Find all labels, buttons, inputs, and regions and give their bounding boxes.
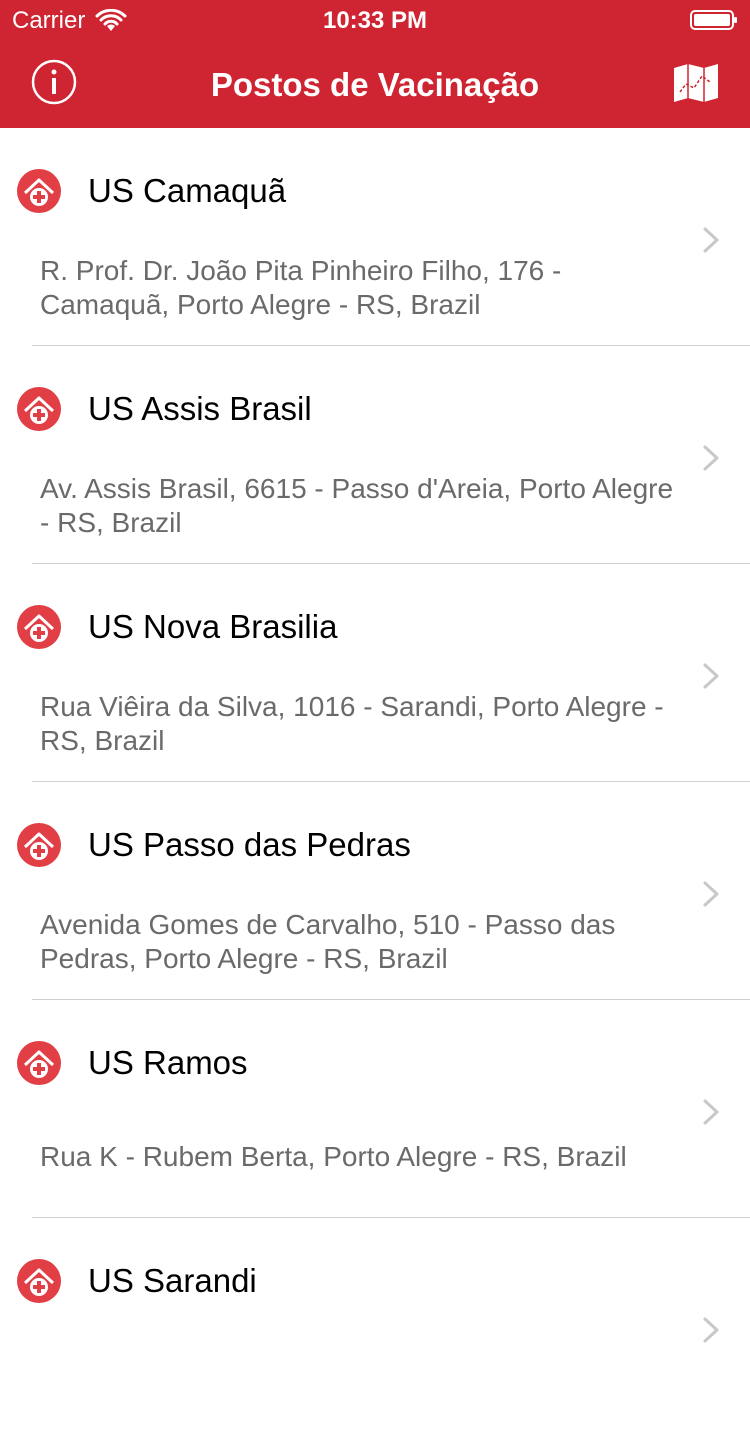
list-item[interactable]: US Passo das Pedras Avenida Gomes de Car… — [0, 782, 750, 1000]
health-unit-icon — [17, 605, 61, 649]
location-address: Rua Viêira da Silva, 1016 - Sarandi, Por… — [40, 691, 664, 756]
navigation-bar: Postos de Vacinação — [0, 40, 750, 128]
location-name: US Nova Brasilia — [88, 608, 338, 645]
map-icon[interactable] — [672, 62, 720, 104]
list-item[interactable]: US Nova Brasilia Rua Viêira da Silva, 10… — [0, 564, 750, 782]
location-list: US Camaquã R. Prof. Dr. João Pita Pinhei… — [0, 128, 750, 1436]
chevron-right-icon — [703, 1317, 719, 1343]
health-unit-icon — [17, 1259, 61, 1303]
battery-icon — [690, 10, 737, 30]
location-name: US Assis Brasil — [88, 390, 312, 427]
health-unit-icon — [17, 387, 61, 431]
list-item[interactable]: US Camaquã R. Prof. Dr. João Pita Pinhei… — [0, 128, 750, 346]
page-title: Postos de Vacinação — [210, 66, 540, 103]
header: Carrier 10:33 PM Postos de Vacinação — [0, 0, 750, 128]
location-address: Av. Assis Brasil, 6615 - Passo d'Areia, … — [40, 473, 674, 538]
chevron-right-icon — [703, 227, 719, 253]
chevron-right-icon — [703, 445, 719, 471]
location-name: US Camaquã — [88, 172, 287, 209]
status-bar: Carrier 10:33 PM — [0, 0, 750, 40]
list-item[interactable]: US Assis Brasil Av. Assis Brasil, 6615 -… — [0, 346, 750, 564]
location-name: US Ramos — [88, 1044, 248, 1081]
clock: 10:33 PM — [322, 7, 428, 34]
list-item[interactable]: US Sarandi — [0, 1218, 750, 1436]
health-unit-icon — [17, 169, 61, 213]
location-address: R. Prof. Dr. João Pita Pinheiro Filho, 1… — [40, 255, 562, 320]
health-unit-icon — [17, 823, 61, 867]
chevron-right-icon — [703, 663, 719, 689]
chevron-right-icon — [703, 1099, 719, 1125]
list-item[interactable]: US Ramos Rua K - Rubem Berta, Porto Aleg… — [0, 1000, 750, 1218]
location-address: Rua K - Rubem Berta, Porto Alegre - RS, … — [40, 1141, 627, 1172]
location-address: Avenida Gomes de Carvalho, 510 - Passo d… — [40, 909, 616, 974]
health-unit-icon — [17, 1041, 61, 1085]
chevron-right-icon — [703, 881, 719, 907]
location-name: US Passo das Pedras — [88, 826, 411, 863]
location-name: US Sarandi — [88, 1262, 257, 1299]
